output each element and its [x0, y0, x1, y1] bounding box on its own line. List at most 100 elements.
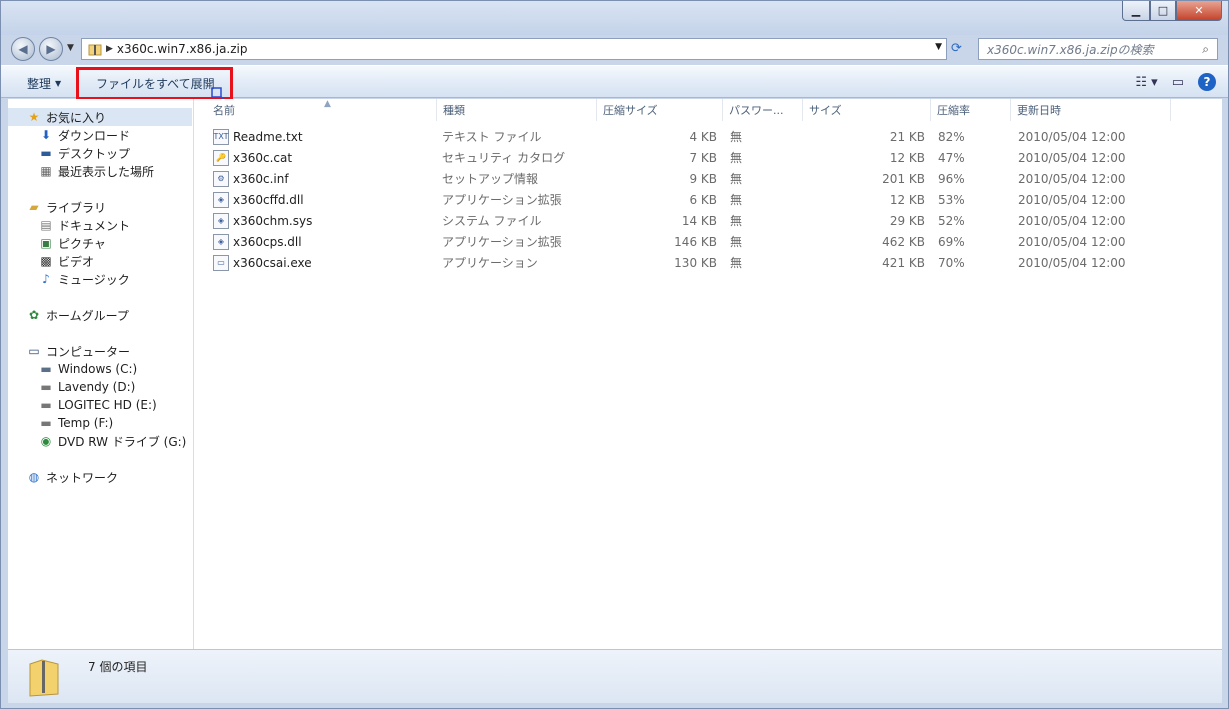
nav-item-label: 最近表示した場所 — [58, 164, 155, 179]
address-bar[interactable]: ▶ x360c.win7.x86.ja.zip ▼ — [81, 38, 947, 60]
table-row[interactable]: ◈ x360cffd.dll アプリケーション拡張 6 KB 無 12 KB 53% 2010… — [201, 189, 1161, 210]
nav-item-label: Temp (F:) — [58, 416, 114, 430]
table-row[interactable]: ◈ x360chm.sys システム ファイル 14 KB 無 29 KB 52% 2010/… — [201, 210, 1161, 231]
size-cell: 462 KB — [882, 234, 925, 249]
column-header-modified[interactable]: 更新日時 — [1011, 99, 1171, 121]
size-cell: 29 KB — [889, 213, 925, 228]
file-name: x360csai.exe — [233, 255, 312, 270]
nav-item-recent-places[interactable]: ▦ 最近表示した場所 — [38, 162, 154, 180]
column-header-ratio[interactable]: 圧縮率 — [931, 99, 1011, 121]
column-header-label: サイズ — [809, 104, 842, 117]
password-cell: 無 — [730, 130, 743, 144]
window-controls: ▁ □ ✕ — [1122, 1, 1222, 21]
nav-item-videos[interactable]: ▩ ビデオ — [38, 252, 94, 270]
nav-item-documents[interactable]: ▤ ドキュメント — [38, 216, 130, 234]
address-dropdown-icon[interactable]: ▼ — [935, 42, 942, 52]
packed-size-cell: 146 KB — [674, 234, 717, 249]
file-name: x360c.inf — [233, 171, 289, 186]
dvd-drive-icon: ◉ — [40, 434, 52, 448]
column-header-password[interactable]: パスワー... — [723, 99, 803, 121]
nav-item-desktop[interactable]: ▬ デスクトップ — [38, 144, 130, 162]
nav-drive-e[interactable]: ▬ LOGITEC HD (E:) — [38, 396, 157, 414]
history-dropdown-icon[interactable]: ▼ — [67, 43, 74, 53]
column-header-label: 名前 — [213, 104, 235, 117]
organize-dropdown-icon: ▼ — [55, 78, 62, 88]
column-header-label: パスワー... — [729, 104, 784, 117]
modified-date-cell: 2010/05/04 12:00 — [1018, 171, 1126, 186]
nav-item-label: ピクチャ — [58, 236, 106, 251]
nav-drive-c[interactable]: ▬ Windows (C:) — [38, 360, 137, 378]
nav-item-label: デスクトップ — [58, 146, 131, 161]
catalog-file-icon: 🔑 — [213, 149, 229, 166]
back-button[interactable]: ◀ — [11, 37, 35, 61]
breadcrumb-chevron-icon[interactable]: ▶ — [106, 44, 113, 54]
file-type-cell: アプリケーション — [442, 256, 538, 270]
table-row[interactable]: 🔑 x360c.cat セキュリティ カタログ 7 KB 無 12 KB 47% 2010/0… — [201, 147, 1161, 168]
packed-size-cell: 7 KB — [689, 150, 717, 165]
nav-drive-d[interactable]: ▬ Lavendy (D:) — [38, 378, 135, 396]
packed-size-cell: 6 KB — [689, 192, 717, 207]
help-icon[interactable]: ? — [1198, 73, 1216, 91]
title-bar[interactable]: ▁ □ ✕ — [1, 1, 1228, 35]
file-name-cell: ⚙ x360c.inf — [213, 168, 433, 189]
ratio-cell: 53% — [938, 192, 965, 207]
nav-libraries-label: ライブラリ — [46, 200, 107, 215]
file-name: x360c.cat — [233, 150, 293, 165]
column-header-size[interactable]: サイズ — [803, 99, 931, 121]
computer-icon: ▭ — [28, 344, 40, 358]
hard-drive-icon: ▬ — [40, 398, 52, 412]
zip-folder-icon — [88, 44, 102, 56]
nav-homegroup[interactable]: ✿ ホームグループ — [26, 306, 129, 324]
size-cell: 21 KB — [889, 129, 925, 144]
file-type-cell: アプリケーション拡張 — [442, 193, 562, 207]
table-row[interactable]: ⚙ x360c.inf セットアップ情報 9 KB 無 201 KB 96% 2010/05/… — [201, 168, 1161, 189]
table-row[interactable]: ◈ x360cps.dll アプリケーション拡張 146 KB 無 462 KB 69% 20… — [201, 231, 1161, 252]
refresh-icon[interactable]: ⟳ — [951, 41, 962, 56]
nav-item-label: LOGITEC HD (E:) — [58, 398, 157, 412]
nav-drive-f[interactable]: ▬ Temp (F:) — [38, 414, 113, 432]
nav-computer-label: コンピューター — [46, 344, 131, 359]
nav-item-music[interactable]: ♪ ミュージック — [38, 270, 130, 288]
preview-pane-icon[interactable]: ▭ — [1172, 75, 1184, 90]
forward-arrow-icon: ▶ — [46, 42, 56, 56]
nav-item-pictures[interactable]: ▣ ピクチャ — [38, 234, 106, 252]
minimize-button[interactable]: ▁ — [1122, 1, 1150, 21]
close-button[interactable]: ✕ — [1176, 1, 1222, 21]
organize-button[interactable]: 整理 ▼ — [27, 73, 61, 93]
library-icon: ▰ — [29, 200, 39, 214]
recent-places-icon: ▦ — [40, 164, 52, 178]
nav-item-label: ビデオ — [58, 254, 95, 269]
view-controls: ☷ ▾ ▭ ? — [1135, 73, 1216, 91]
search-box[interactable]: x360c.win7.x86.ja.zipの検索 ⌕ — [978, 38, 1218, 60]
dll-file-icon: ◈ — [213, 233, 229, 250]
maximize-button[interactable]: □ — [1150, 1, 1176, 21]
ratio-cell: 70% — [938, 255, 965, 270]
extract-all-highlight — [76, 67, 233, 100]
table-row[interactable]: ▭ x360csai.exe アプリケーション 130 KB 無 421 KB 70% 201… — [201, 252, 1161, 273]
file-name-cell: ◈ x360cps.dll — [213, 231, 433, 252]
breadcrumb-current[interactable]: x360c.win7.x86.ja.zip — [117, 42, 248, 56]
nav-libraries[interactable]: ▰ ライブラリ — [26, 198, 106, 216]
file-name-cell: ◈ x360cffd.dll — [213, 189, 433, 210]
column-header-name[interactable]: 名前 — [207, 99, 437, 121]
file-type-cell: セットアップ情報 — [442, 172, 539, 186]
column-header-type[interactable]: 種類 — [437, 99, 597, 121]
star-icon: ★ — [28, 110, 40, 124]
nav-item-label: Lavendy (D:) — [58, 380, 136, 394]
column-header-packed-size[interactable]: 圧縮サイズ — [597, 99, 723, 121]
nav-item-downloads[interactable]: ⬇ ダウンロード — [38, 126, 130, 144]
sort-ascending-icon: ▲ — [324, 99, 331, 109]
change-view-icon[interactable]: ☷ ▾ — [1135, 75, 1157, 90]
ratio-cell: 96% — [938, 171, 965, 186]
file-type-cell: セキュリティ カタログ — [442, 151, 566, 165]
size-cell: 201 KB — [882, 171, 925, 186]
search-icon[interactable]: ⌕ — [1202, 42, 1209, 57]
table-row[interactable]: TXT Readme.txt テキスト ファイル 4 KB 無 21 KB 82% 2010/… — [201, 126, 1161, 147]
nav-favorites[interactable]: ★ お気に入り — [8, 108, 192, 126]
file-type-cell: システム ファイル — [442, 214, 542, 228]
nav-drive-g[interactable]: ◉ DVD RW ドライブ (G:) — [38, 432, 187, 450]
forward-button[interactable]: ▶ — [39, 37, 63, 61]
modified-date-cell: 2010/05/04 12:00 — [1018, 213, 1126, 228]
nav-network[interactable]: ◍ ネットワーク — [26, 468, 118, 486]
nav-computer[interactable]: ▭ コンピューター — [26, 342, 130, 360]
